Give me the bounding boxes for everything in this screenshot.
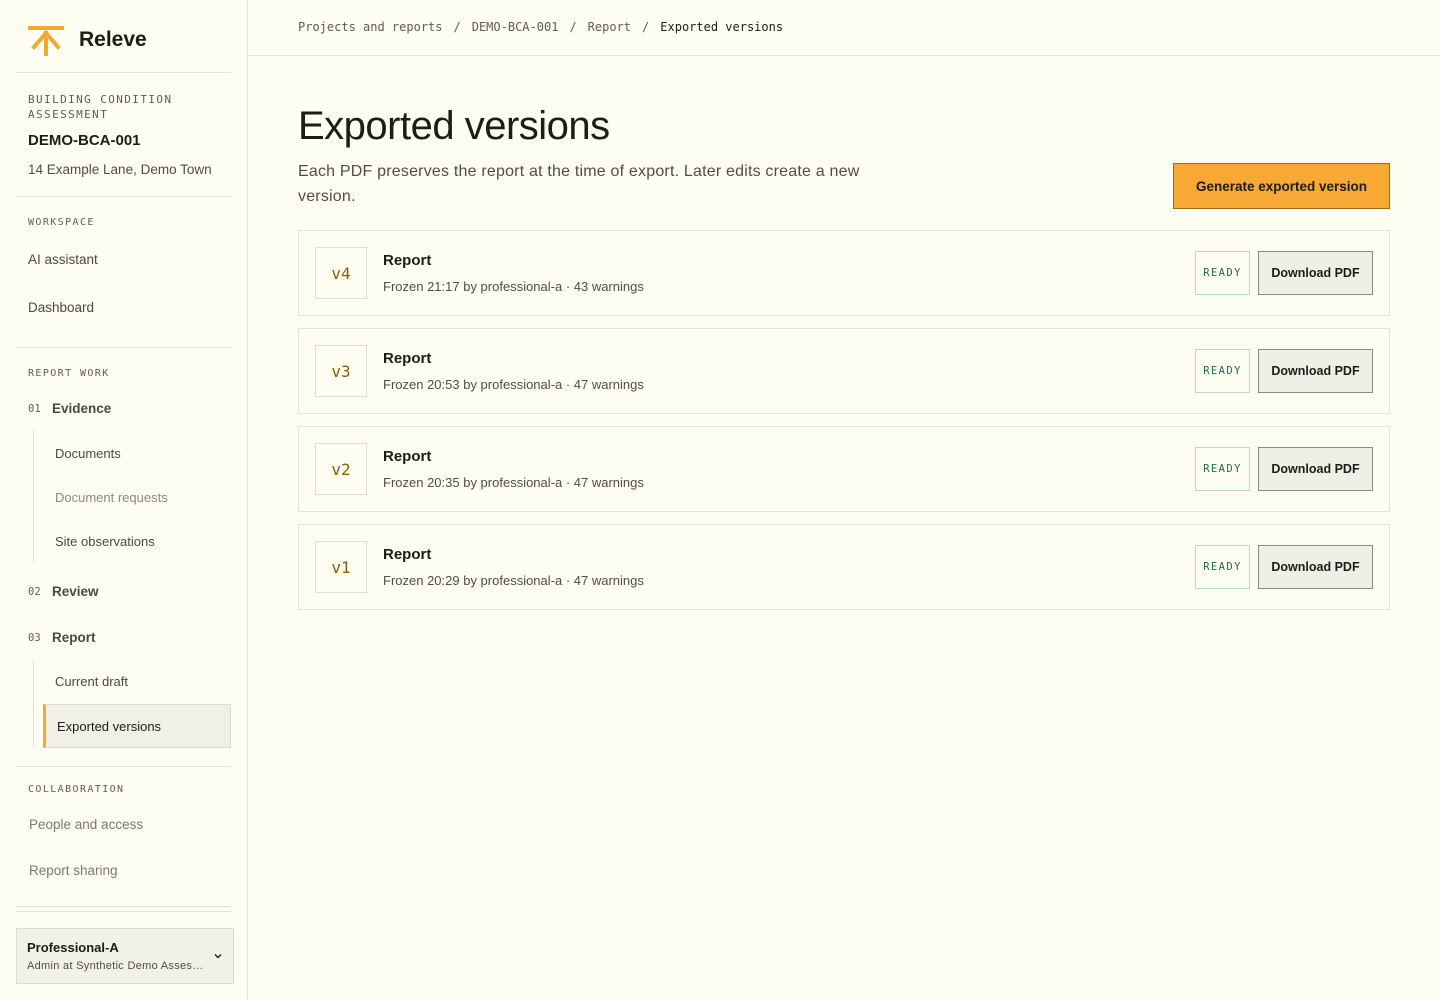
project-code: DEMO-BCA-001 [28, 132, 141, 149]
download-pdf-button[interactable]: Download PDF [1258, 251, 1373, 295]
nav-ai-assistant[interactable]: AI assistant [28, 252, 98, 267]
subnav-exported-versions[interactable]: Exported versions [43, 704, 231, 748]
sidebar: Releve Building condition assessment DEM… [0, 0, 248, 1000]
subnav-line [33, 430, 34, 562]
breadcrumb: Projects and reports / DEMO-BCA-001 / Re… [298, 20, 783, 34]
breadcrumb-project[interactable]: DEMO-BCA-001 [472, 20, 559, 34]
breadcrumb-separator: / [453, 20, 461, 34]
step-report[interactable]: 03 Report [28, 630, 96, 645]
step-label: Evidence [52, 401, 112, 416]
status-badge: READY [1195, 251, 1250, 295]
subnav-line [33, 660, 34, 748]
breadcrumb-report[interactable]: Report [588, 20, 631, 34]
subnav-current-draft[interactable]: Current draft [55, 674, 128, 689]
divider [16, 911, 231, 912]
status-badge: READY [1195, 349, 1250, 393]
user-name: Professional-A [27, 940, 119, 955]
version-title: Report [383, 252, 432, 269]
releve-logo-icon [28, 26, 64, 56]
version-list: v4 Report Frozen 21:17 by professional-a… [298, 230, 1390, 622]
step-number: 03 [28, 631, 41, 644]
user-menu[interactable]: Professional-A Admin at Synthetic Demo A… [16, 928, 234, 984]
subnav-documents[interactable]: Documents [55, 446, 121, 461]
status-badge: READY [1195, 545, 1250, 589]
top-bar: Projects and reports / DEMO-BCA-001 / Re… [248, 0, 1440, 56]
step-label: Review [52, 584, 99, 599]
project-address: 14 Example Lane, Demo Town [28, 162, 212, 177]
generate-exported-version-button[interactable]: Generate exported version [1173, 163, 1390, 209]
version-meta: Frozen 21:17 by professional-a · 43 warn… [383, 279, 644, 294]
version-tag: v2 [315, 443, 367, 495]
breadcrumb-separator: / [642, 20, 650, 34]
brand[interactable]: Releve [28, 22, 147, 58]
version-meta: Frozen 20:53 by professional-a · 47 warn… [383, 377, 644, 392]
divider [16, 347, 231, 348]
step-review[interactable]: 02 Review [28, 584, 99, 599]
step-label: Report [52, 630, 96, 645]
section-label-workspace: Workspace [28, 217, 95, 228]
section-label-collaboration: Collaboration [28, 784, 125, 795]
download-pdf-button[interactable]: Download PDF [1258, 447, 1373, 491]
app-name: Releve [79, 28, 147, 51]
divider [16, 766, 231, 767]
version-title: Report [383, 350, 432, 367]
step-evidence[interactable]: 01 Evidence [28, 401, 111, 416]
nav-report-sharing[interactable]: Report sharing [29, 863, 118, 878]
divider [16, 906, 231, 907]
page-description: Each PDF preserves the report at the tim… [298, 163, 860, 205]
breadcrumb-current: Exported versions [660, 20, 784, 34]
nav-people-and-access[interactable]: People and access [29, 817, 143, 832]
version-title: Report [383, 546, 432, 563]
user-role: Admin at Synthetic Demo Assessments [27, 960, 207, 972]
status-badge: READY [1195, 447, 1250, 491]
subnav-site-observations[interactable]: Site observations [55, 534, 155, 549]
download-pdf-button[interactable]: Download PDF [1258, 349, 1373, 393]
version-tag: v3 [315, 345, 367, 397]
version-title: Report [383, 448, 432, 465]
page-title: Exported versions [298, 104, 610, 148]
step-number: 01 [28, 402, 41, 415]
divider [16, 196, 231, 197]
section-label-report-work: Report work [28, 368, 110, 379]
project-type: Building condition assessment [28, 93, 173, 121]
version-card: v4 Report Frozen 21:17 by professional-a… [298, 230, 1390, 316]
version-tag: v1 [315, 541, 367, 593]
version-tag: v4 [315, 247, 367, 299]
subnav-document-requests[interactable]: Document requests [55, 490, 168, 505]
breadcrumb-projects[interactable]: Projects and reports [298, 20, 443, 34]
version-meta: Frozen 20:35 by professional-a · 47 warn… [383, 475, 644, 490]
divider [16, 72, 231, 73]
nav-dashboard[interactable]: Dashboard [28, 300, 94, 315]
step-number: 02 [28, 585, 41, 598]
chevron-down-icon [214, 954, 222, 959]
version-card: v3 Report Frozen 20:53 by professional-a… [298, 328, 1390, 414]
version-meta: Frozen 20:29 by professional-a · 47 warn… [383, 573, 644, 588]
breadcrumb-separator: / [569, 20, 577, 34]
version-card: v1 Report Frozen 20:29 by professional-a… [298, 524, 1390, 610]
download-pdf-button[interactable]: Download PDF [1258, 545, 1373, 589]
version-card: v2 Report Frozen 20:35 by professional-a… [298, 426, 1390, 512]
